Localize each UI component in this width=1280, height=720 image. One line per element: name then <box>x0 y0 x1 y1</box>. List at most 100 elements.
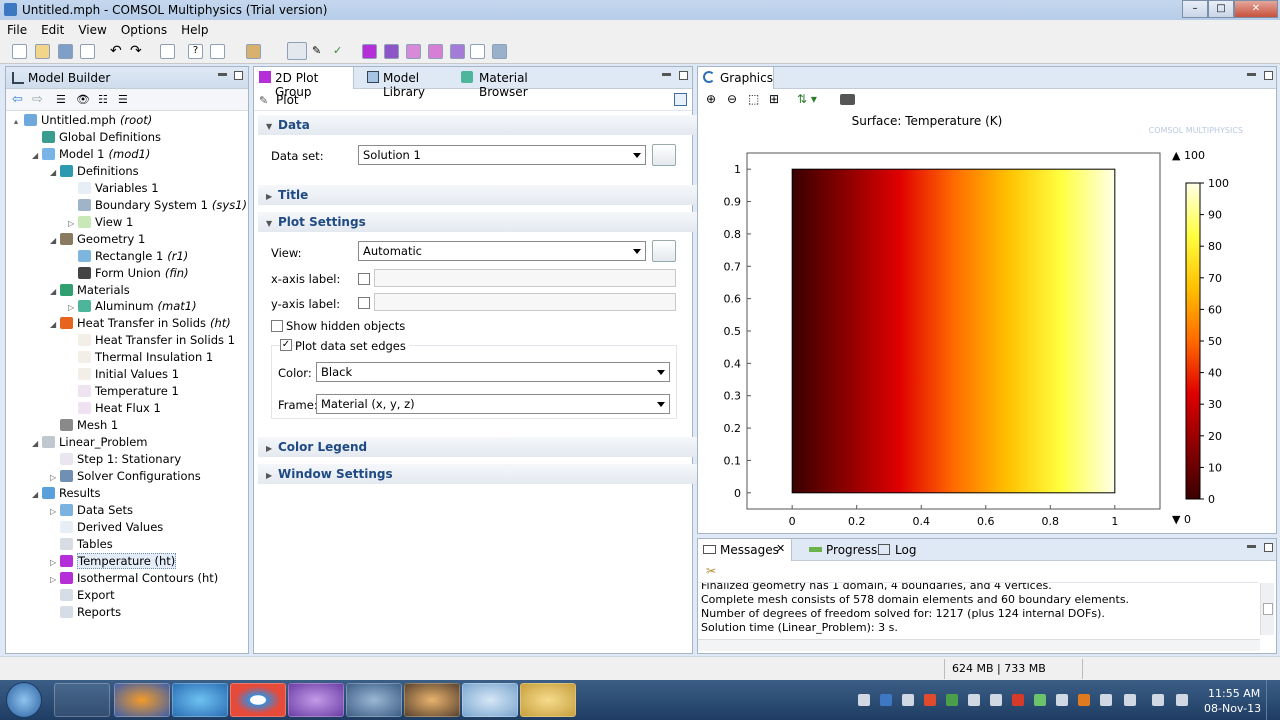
tree-node[interactable]: Boundary System 1 (sys1) <box>68 197 247 214</box>
tray-icon-5[interactable] <box>946 694 958 706</box>
settings-icon[interactable] <box>210 44 225 59</box>
data-set-go-button[interactable] <box>652 144 676 166</box>
media-player-icon[interactable] <box>54 683 110 717</box>
temperature-surface-plot[interactable]: COMSOL MULTIPHYSICS Surface: Temperature… <box>698 111 1276 535</box>
tree-node[interactable]: Derived Values <box>50 519 163 536</box>
tree-node[interactable]: ▴ Untitled.mph (root) <box>14 112 152 129</box>
arrow-plot-icon[interactable] <box>428 44 443 59</box>
tab-material-browser[interactable]: Material Browser <box>458 67 568 99</box>
show-desktop-button[interactable] <box>1266 680 1280 720</box>
maximize-settings-icon[interactable] <box>679 71 688 80</box>
tree-node[interactable]: ▷ Aluminum (mat1) <box>68 298 197 315</box>
tab-messages[interactable]: Messages ✕ <box>698 539 792 561</box>
build-icon[interactable] <box>246 44 261 59</box>
maximize-panel-icon[interactable] <box>234 71 243 80</box>
maximize-graphics-icon[interactable] <box>1264 71 1273 80</box>
tree-node[interactable]: Thermal Insulation 1 <box>68 349 213 366</box>
tab-log[interactable]: Log <box>876 539 920 561</box>
tree-node[interactable]: ◢ Heat Transfer in Solids (ht) <box>50 315 231 332</box>
x-axis-label-input[interactable] <box>374 269 676 287</box>
minimize-graphics-icon[interactable] <box>1247 73 1256 76</box>
print-icon[interactable] <box>80 44 95 59</box>
tree-node[interactable]: Mesh 1 <box>50 417 118 434</box>
menu-edit[interactable]: Edit <box>34 20 71 40</box>
zoom-out-icon[interactable]: ⊖ <box>727 92 737 106</box>
clear-messages-icon[interactable]: ✂ <box>706 564 716 578</box>
menu-help[interactable]: Help <box>174 20 215 40</box>
redo-icon[interactable]: ↷ <box>130 44 145 59</box>
messages-hscrollbar[interactable] <box>698 639 1260 651</box>
tree-node[interactable]: Variables 1 <box>68 180 159 197</box>
refresh-icon[interactable] <box>160 44 175 59</box>
start-button[interactable] <box>6 682 42 718</box>
minimize-button[interactable]: – <box>1182 0 1208 18</box>
tab-progress[interactable]: Progress <box>806 539 877 561</box>
visual-studio-icon[interactable] <box>288 683 344 717</box>
menu-options[interactable]: Options <box>114 20 174 40</box>
compute-icon[interactable]: ✓ <box>333 44 348 59</box>
tab-2d-plot-group[interactable]: 2D Plot Group <box>254 67 354 99</box>
menu-view[interactable]: View <box>71 20 113 40</box>
tree-expander-icon[interactable]: ◢ <box>32 435 42 452</box>
tree-expander-icon[interactable]: ◢ <box>50 232 60 249</box>
y-axis-label-input[interactable] <box>374 293 676 311</box>
tree-node[interactable]: Form Union (fin) <box>68 265 189 282</box>
contour-icon[interactable] <box>406 44 421 59</box>
tree-node[interactable]: ▷ View 1 <box>68 214 133 231</box>
tree-node[interactable]: Rectangle 1 (r1) <box>68 248 188 265</box>
tree-node[interactable]: ◢ Results <box>32 485 101 502</box>
zoom-in-icon[interactable]: ⊕ <box>706 92 716 106</box>
tree-node[interactable]: Step 1: Stationary <box>50 451 181 468</box>
tree-node[interactable]: ▷ Temperature (ht) <box>50 552 177 571</box>
frame-select[interactable]: Material (x, y, z) <box>316 394 670 414</box>
x-axis-label-checkbox[interactable] <box>358 273 370 285</box>
internet-explorer-icon[interactable] <box>172 683 228 717</box>
tree-expander-icon[interactable]: ◢ <box>32 147 42 164</box>
color-select[interactable]: Black <box>316 362 670 382</box>
flag-icon[interactable] <box>1176 694 1188 706</box>
volume-icon[interactable] <box>1152 694 1164 706</box>
app-icon-taskbar[interactable] <box>346 683 402 717</box>
tree-node[interactable]: ◢ Definitions <box>50 163 139 180</box>
zoom-box-icon[interactable]: ⬚ <box>748 92 759 106</box>
tree-node[interactable]: Heat Transfer in Solids 1 <box>68 332 235 349</box>
collapse-all-icon[interactable]: ☰ <box>56 93 66 106</box>
tray-icon-4[interactable] <box>924 694 936 706</box>
y-axis-label-checkbox[interactable] <box>358 297 370 309</box>
tree-expander-icon[interactable]: ▷ <box>50 554 60 571</box>
firefox-icon[interactable] <box>114 683 170 717</box>
tree-node[interactable]: ◢ Model 1 (mod1) <box>32 146 150 163</box>
tree-node[interactable]: Temperature 1 <box>68 383 179 400</box>
network-icon[interactable] <box>1124 694 1136 706</box>
undo-icon[interactable]: ↶ <box>110 44 125 59</box>
show-hidden-checkbox[interactable] <box>271 320 283 332</box>
tray-icon-3[interactable] <box>902 694 914 706</box>
close-button[interactable]: ✕ <box>1234 0 1278 18</box>
clock-date[interactable]: 08-Nov-13 <box>1204 702 1261 715</box>
tray-icon-10[interactable] <box>1056 694 1068 706</box>
comsol-icon[interactable] <box>462 683 518 717</box>
streamline-icon[interactable] <box>450 44 465 59</box>
tree-node[interactable]: Heat Flux 1 <box>68 400 161 417</box>
maximize-button[interactable]: □ <box>1208 0 1234 18</box>
tree-node[interactable]: ◢ Linear_Problem <box>32 434 148 451</box>
tray-icon-6[interactable] <box>968 694 980 706</box>
minimize-messages-icon[interactable] <box>1247 545 1256 548</box>
tray-icon-8[interactable] <box>1012 694 1024 706</box>
minimize-panel-icon[interactable] <box>218 73 227 76</box>
forward-icon[interactable]: ⇨ <box>32 92 43 107</box>
open-icon[interactable] <box>35 44 50 59</box>
view-select[interactable]: Automatic <box>358 241 646 261</box>
back-icon[interactable]: ⇦ <box>12 92 23 107</box>
menu-file[interactable]: File <box>0 20 34 40</box>
bluetooth-icon[interactable] <box>880 694 892 706</box>
tree-node[interactable]: ◢ Materials <box>50 282 130 299</box>
save-icon[interactable] <box>58 44 73 59</box>
tree-node[interactable]: ▷ Solver Configurations <box>50 468 201 485</box>
explorer-icon[interactable] <box>520 683 576 717</box>
tree-expander-icon[interactable]: ▷ <box>50 503 60 520</box>
chrome-icon[interactable] <box>230 683 286 717</box>
tree-node[interactable]: ◢ Geometry 1 <box>50 231 145 248</box>
tree-node[interactable]: ▷ Data Sets <box>50 502 133 519</box>
tree-node[interactable]: Export <box>50 587 115 604</box>
